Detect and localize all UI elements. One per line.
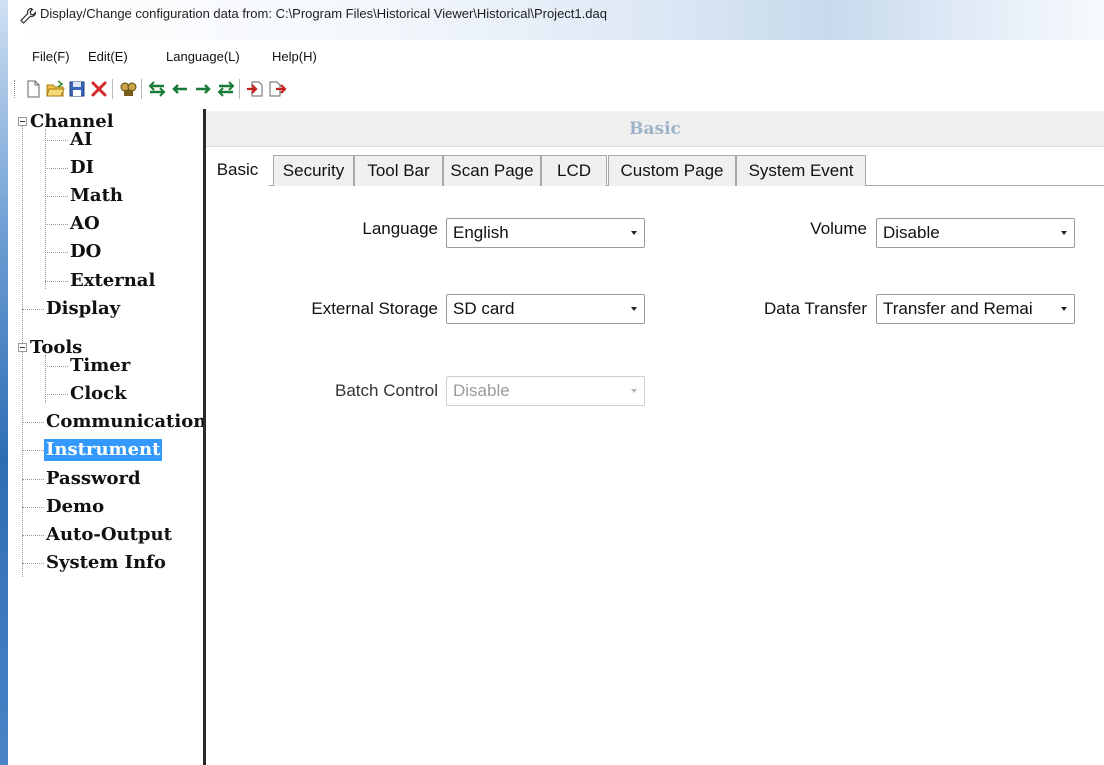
tree-guide bbox=[45, 394, 68, 395]
tree-guide bbox=[45, 196, 68, 197]
chevron-down-icon bbox=[1061, 307, 1067, 311]
tree-guide bbox=[45, 366, 68, 367]
new-file-icon[interactable] bbox=[23, 79, 43, 99]
collapse-toggle-icon[interactable] bbox=[18, 117, 27, 126]
batch-control-label: Batch Control bbox=[335, 381, 438, 400]
move-right-icon[interactable] bbox=[193, 79, 213, 99]
collapse-toggle-icon[interactable] bbox=[18, 343, 27, 352]
delete-icon[interactable] bbox=[89, 79, 109, 99]
wrench-icon bbox=[20, 7, 37, 24]
external-storage-label: External Storage bbox=[311, 299, 438, 318]
window-title: Display/Change configuration data from: … bbox=[40, 6, 607, 21]
panel-splitter[interactable] bbox=[203, 109, 206, 765]
save-icon[interactable] bbox=[67, 79, 87, 99]
tree-guide bbox=[22, 309, 44, 310]
tree-item-auto-output[interactable]: Auto-Output bbox=[46, 524, 172, 546]
toolbar-separator bbox=[112, 79, 113, 99]
tree-item-instrument[interactable]: Instrument bbox=[44, 439, 163, 461]
tree-item-display[interactable]: Display bbox=[46, 298, 120, 320]
menu-language[interactable]: Language(L) bbox=[166, 49, 240, 64]
toolbar bbox=[8, 74, 1104, 104]
title-bar: Display/Change configuration data from: … bbox=[8, 0, 1104, 40]
menu-help[interactable]: Help(H) bbox=[272, 49, 317, 64]
tab-strip: Basic Security Tool Bar Scan Page LCD Cu… bbox=[206, 155, 1104, 186]
move-last-icon[interactable] bbox=[216, 79, 236, 99]
tree-guide bbox=[22, 422, 44, 423]
move-first-icon[interactable] bbox=[147, 79, 167, 99]
export-icon[interactable] bbox=[267, 79, 287, 99]
tree-guide bbox=[22, 563, 44, 564]
external-storage-select[interactable]: SD card bbox=[446, 294, 645, 324]
toolbar-separator bbox=[141, 79, 142, 99]
data-transfer-value: Transfer and Remai bbox=[883, 299, 1033, 318]
tree-item-di[interactable]: DI bbox=[70, 157, 94, 179]
menu-file[interactable]: File(F) bbox=[32, 49, 70, 64]
tree-guide bbox=[22, 535, 44, 536]
volume-value: Disable bbox=[883, 223, 940, 242]
tree-guide bbox=[45, 168, 68, 169]
menu-edit[interactable]: Edit(E) bbox=[88, 49, 128, 64]
tree-guide bbox=[45, 224, 68, 225]
tree-item-password[interactable]: Password bbox=[46, 468, 141, 490]
data-transfer-label: Data Transfer bbox=[764, 299, 867, 318]
tab-basic[interactable]: Basic bbox=[206, 155, 269, 186]
external-storage-value: SD card bbox=[453, 299, 515, 318]
find-icon[interactable] bbox=[118, 79, 138, 99]
import-icon[interactable] bbox=[245, 79, 265, 99]
toolbar-grip bbox=[14, 80, 16, 98]
language-select[interactable]: English bbox=[446, 218, 645, 248]
tree-item-clock[interactable]: Clock bbox=[70, 383, 127, 405]
chevron-down-icon bbox=[1061, 231, 1067, 235]
batch-control-select: Disable bbox=[446, 376, 645, 406]
tree-guide bbox=[45, 129, 46, 289]
tree-item-do[interactable]: DO bbox=[70, 241, 101, 263]
open-folder-icon[interactable] bbox=[45, 79, 65, 99]
tree-item-timer[interactable]: Timer bbox=[70, 355, 130, 377]
tree-guide bbox=[22, 479, 44, 480]
tab-security[interactable]: Security bbox=[273, 155, 354, 186]
tree-guide bbox=[45, 252, 68, 253]
tree-guide bbox=[45, 140, 68, 141]
tree-guide bbox=[22, 507, 44, 508]
tree-guide bbox=[22, 450, 44, 451]
tree-item-math[interactable]: Math bbox=[70, 185, 123, 207]
tree-item-demo[interactable]: Demo bbox=[46, 496, 104, 518]
tree-item-communication[interactable]: Communication bbox=[46, 411, 206, 433]
toolbar-separator bbox=[239, 79, 240, 99]
language-label: Language bbox=[362, 219, 438, 238]
chevron-down-icon bbox=[631, 307, 637, 311]
chevron-down-icon bbox=[631, 231, 637, 235]
move-left-icon[interactable] bbox=[170, 79, 190, 99]
tree-item-ai[interactable]: AI bbox=[70, 129, 92, 151]
tab-custom-page[interactable]: Custom Page bbox=[608, 155, 736, 186]
batch-control-value: Disable bbox=[453, 381, 510, 400]
tab-tool-bar[interactable]: Tool Bar bbox=[354, 155, 443, 186]
desktop-edge bbox=[0, 0, 8, 765]
menu-bar: File(F) Edit(E) Language(L) Help(H) bbox=[8, 40, 1104, 74]
tree-item-external[interactable]: External bbox=[70, 270, 155, 292]
data-transfer-select[interactable]: Transfer and Remai bbox=[876, 294, 1075, 324]
volume-select[interactable]: Disable bbox=[876, 218, 1075, 248]
tree-guide bbox=[45, 281, 68, 282]
navigation-tree: Channel AI DI Math AO DO External Displa… bbox=[8, 109, 206, 765]
tree-item-system-info[interactable]: System Info bbox=[46, 552, 166, 574]
tab-system-event[interactable]: System Event bbox=[736, 155, 866, 186]
tree-item-ao[interactable]: AO bbox=[70, 213, 100, 235]
tree-guide bbox=[45, 355, 46, 403]
chevron-down-icon bbox=[631, 389, 637, 393]
tab-lcd[interactable]: LCD bbox=[541, 155, 607, 186]
volume-label: Volume bbox=[810, 219, 867, 238]
tab-scan-page[interactable]: Scan Page bbox=[443, 155, 541, 186]
panel-title: Basic bbox=[629, 119, 681, 139]
panel-header: Basic bbox=[206, 111, 1104, 147]
language-value: English bbox=[453, 223, 509, 242]
